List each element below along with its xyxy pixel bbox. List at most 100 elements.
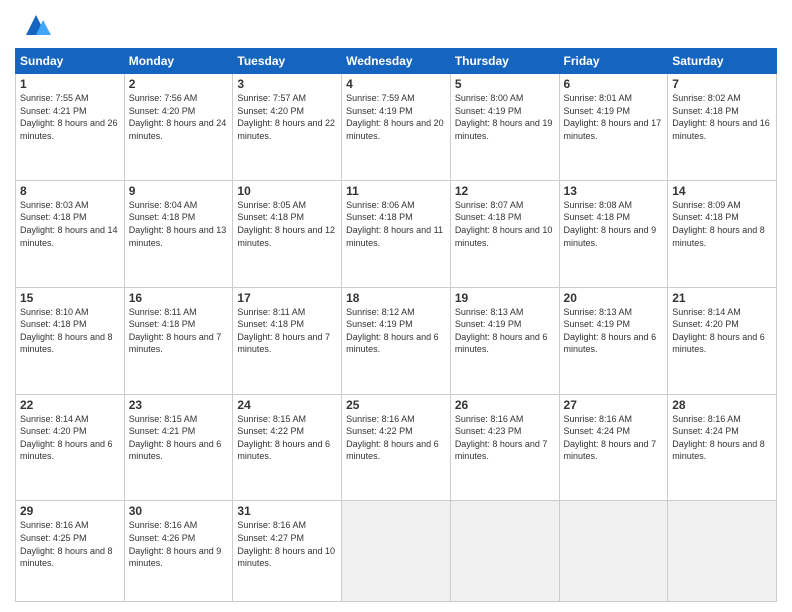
day-number: 20 bbox=[564, 291, 664, 305]
day-info: Sunrise: 8:14 AMSunset: 4:20 PMDaylight:… bbox=[20, 414, 113, 462]
day-cell bbox=[342, 501, 451, 602]
week-row-4: 22 Sunrise: 8:14 AMSunset: 4:20 PMDaylig… bbox=[16, 394, 777, 501]
day-info: Sunrise: 8:08 AMSunset: 4:18 PMDaylight:… bbox=[564, 200, 657, 248]
day-info: Sunrise: 8:15 AMSunset: 4:21 PMDaylight:… bbox=[129, 414, 222, 462]
week-row-5: 29 Sunrise: 8:16 AMSunset: 4:25 PMDaylig… bbox=[16, 501, 777, 602]
header bbox=[15, 10, 777, 40]
day-cell: 2 Sunrise: 7:56 AMSunset: 4:20 PMDayligh… bbox=[124, 74, 233, 181]
day-cell: 20 Sunrise: 8:13 AMSunset: 4:19 PMDaylig… bbox=[559, 287, 668, 394]
day-number: 14 bbox=[672, 184, 772, 198]
day-info: Sunrise: 8:16 AMSunset: 4:24 PMDaylight:… bbox=[564, 414, 657, 462]
day-cell: 15 Sunrise: 8:10 AMSunset: 4:18 PMDaylig… bbox=[16, 287, 125, 394]
day-info: Sunrise: 8:13 AMSunset: 4:19 PMDaylight:… bbox=[564, 307, 657, 355]
day-cell: 14 Sunrise: 8:09 AMSunset: 4:18 PMDaylig… bbox=[668, 180, 777, 287]
day-info: Sunrise: 8:13 AMSunset: 4:19 PMDaylight:… bbox=[455, 307, 548, 355]
day-info: Sunrise: 7:55 AMSunset: 4:21 PMDaylight:… bbox=[20, 93, 118, 141]
day-number: 4 bbox=[346, 77, 446, 91]
weekday-header-monday: Monday bbox=[124, 49, 233, 74]
day-number: 31 bbox=[237, 504, 337, 518]
day-number: 29 bbox=[20, 504, 120, 518]
day-info: Sunrise: 8:03 AMSunset: 4:18 PMDaylight:… bbox=[20, 200, 118, 248]
weekday-header-sunday: Sunday bbox=[16, 49, 125, 74]
day-info: Sunrise: 8:02 AMSunset: 4:18 PMDaylight:… bbox=[672, 93, 770, 141]
weekday-header-thursday: Thursday bbox=[450, 49, 559, 74]
day-number: 26 bbox=[455, 398, 555, 412]
day-info: Sunrise: 8:16 AMSunset: 4:27 PMDaylight:… bbox=[237, 520, 335, 568]
day-info: Sunrise: 8:10 AMSunset: 4:18 PMDaylight:… bbox=[20, 307, 113, 355]
day-info: Sunrise: 8:09 AMSunset: 4:18 PMDaylight:… bbox=[672, 200, 765, 248]
day-cell: 7 Sunrise: 8:02 AMSunset: 4:18 PMDayligh… bbox=[668, 74, 777, 181]
day-cell: 24 Sunrise: 8:15 AMSunset: 4:22 PMDaylig… bbox=[233, 394, 342, 501]
day-info: Sunrise: 7:56 AMSunset: 4:20 PMDaylight:… bbox=[129, 93, 227, 141]
day-number: 2 bbox=[129, 77, 229, 91]
day-info: Sunrise: 8:16 AMSunset: 4:23 PMDaylight:… bbox=[455, 414, 548, 462]
logo bbox=[15, 10, 51, 40]
weekday-header-row: SundayMondayTuesdayWednesdayThursdayFrid… bbox=[16, 49, 777, 74]
day-number: 3 bbox=[237, 77, 337, 91]
day-cell: 16 Sunrise: 8:11 AMSunset: 4:18 PMDaylig… bbox=[124, 287, 233, 394]
day-info: Sunrise: 8:14 AMSunset: 4:20 PMDaylight:… bbox=[672, 307, 765, 355]
day-number: 12 bbox=[455, 184, 555, 198]
day-cell bbox=[559, 501, 668, 602]
day-info: Sunrise: 8:07 AMSunset: 4:18 PMDaylight:… bbox=[455, 200, 553, 248]
day-number: 6 bbox=[564, 77, 664, 91]
weekday-header-saturday: Saturday bbox=[668, 49, 777, 74]
day-cell: 10 Sunrise: 8:05 AMSunset: 4:18 PMDaylig… bbox=[233, 180, 342, 287]
day-info: Sunrise: 8:01 AMSunset: 4:19 PMDaylight:… bbox=[564, 93, 662, 141]
day-cell: 5 Sunrise: 8:00 AMSunset: 4:19 PMDayligh… bbox=[450, 74, 559, 181]
day-cell: 25 Sunrise: 8:16 AMSunset: 4:22 PMDaylig… bbox=[342, 394, 451, 501]
day-cell: 4 Sunrise: 7:59 AMSunset: 4:19 PMDayligh… bbox=[342, 74, 451, 181]
day-number: 30 bbox=[129, 504, 229, 518]
day-info: Sunrise: 8:04 AMSunset: 4:18 PMDaylight:… bbox=[129, 200, 227, 248]
day-info: Sunrise: 8:05 AMSunset: 4:18 PMDaylight:… bbox=[237, 200, 335, 248]
day-number: 11 bbox=[346, 184, 446, 198]
weekday-header-tuesday: Tuesday bbox=[233, 49, 342, 74]
day-info: Sunrise: 7:57 AMSunset: 4:20 PMDaylight:… bbox=[237, 93, 335, 141]
day-number: 15 bbox=[20, 291, 120, 305]
day-cell: 12 Sunrise: 8:07 AMSunset: 4:18 PMDaylig… bbox=[450, 180, 559, 287]
day-number: 7 bbox=[672, 77, 772, 91]
day-cell: 13 Sunrise: 8:08 AMSunset: 4:18 PMDaylig… bbox=[559, 180, 668, 287]
day-number: 9 bbox=[129, 184, 229, 198]
day-number: 21 bbox=[672, 291, 772, 305]
calendar-table: SundayMondayTuesdayWednesdayThursdayFrid… bbox=[15, 48, 777, 602]
day-number: 24 bbox=[237, 398, 337, 412]
day-cell: 19 Sunrise: 8:13 AMSunset: 4:19 PMDaylig… bbox=[450, 287, 559, 394]
day-info: Sunrise: 8:16 AMSunset: 4:24 PMDaylight:… bbox=[672, 414, 765, 462]
day-number: 22 bbox=[20, 398, 120, 412]
day-cell bbox=[450, 501, 559, 602]
day-cell: 27 Sunrise: 8:16 AMSunset: 4:24 PMDaylig… bbox=[559, 394, 668, 501]
day-number: 18 bbox=[346, 291, 446, 305]
day-cell bbox=[668, 501, 777, 602]
week-row-2: 8 Sunrise: 8:03 AMSunset: 4:18 PMDayligh… bbox=[16, 180, 777, 287]
day-info: Sunrise: 8:16 AMSunset: 4:25 PMDaylight:… bbox=[20, 520, 113, 568]
day-number: 8 bbox=[20, 184, 120, 198]
day-cell: 8 Sunrise: 8:03 AMSunset: 4:18 PMDayligh… bbox=[16, 180, 125, 287]
day-number: 27 bbox=[564, 398, 664, 412]
week-row-3: 15 Sunrise: 8:10 AMSunset: 4:18 PMDaylig… bbox=[16, 287, 777, 394]
logo-icon bbox=[21, 10, 51, 40]
day-number: 10 bbox=[237, 184, 337, 198]
day-number: 1 bbox=[20, 77, 120, 91]
day-info: Sunrise: 8:00 AMSunset: 4:19 PMDaylight:… bbox=[455, 93, 553, 141]
day-cell: 6 Sunrise: 8:01 AMSunset: 4:19 PMDayligh… bbox=[559, 74, 668, 181]
day-info: Sunrise: 8:12 AMSunset: 4:19 PMDaylight:… bbox=[346, 307, 439, 355]
day-cell: 22 Sunrise: 8:14 AMSunset: 4:20 PMDaylig… bbox=[16, 394, 125, 501]
day-cell: 9 Sunrise: 8:04 AMSunset: 4:18 PMDayligh… bbox=[124, 180, 233, 287]
day-cell: 28 Sunrise: 8:16 AMSunset: 4:24 PMDaylig… bbox=[668, 394, 777, 501]
day-number: 16 bbox=[129, 291, 229, 305]
day-cell: 18 Sunrise: 8:12 AMSunset: 4:19 PMDaylig… bbox=[342, 287, 451, 394]
day-info: Sunrise: 7:59 AMSunset: 4:19 PMDaylight:… bbox=[346, 93, 444, 141]
day-cell: 29 Sunrise: 8:16 AMSunset: 4:25 PMDaylig… bbox=[16, 501, 125, 602]
day-cell: 30 Sunrise: 8:16 AMSunset: 4:26 PMDaylig… bbox=[124, 501, 233, 602]
day-info: Sunrise: 8:11 AMSunset: 4:18 PMDaylight:… bbox=[237, 307, 330, 355]
day-number: 5 bbox=[455, 77, 555, 91]
day-cell: 3 Sunrise: 7:57 AMSunset: 4:20 PMDayligh… bbox=[233, 74, 342, 181]
day-info: Sunrise: 8:11 AMSunset: 4:18 PMDaylight:… bbox=[129, 307, 222, 355]
day-cell: 23 Sunrise: 8:15 AMSunset: 4:21 PMDaylig… bbox=[124, 394, 233, 501]
page: SundayMondayTuesdayWednesdayThursdayFrid… bbox=[0, 0, 792, 612]
day-number: 23 bbox=[129, 398, 229, 412]
day-info: Sunrise: 8:16 AMSunset: 4:22 PMDaylight:… bbox=[346, 414, 439, 462]
weekday-header-wednesday: Wednesday bbox=[342, 49, 451, 74]
day-info: Sunrise: 8:16 AMSunset: 4:26 PMDaylight:… bbox=[129, 520, 222, 568]
